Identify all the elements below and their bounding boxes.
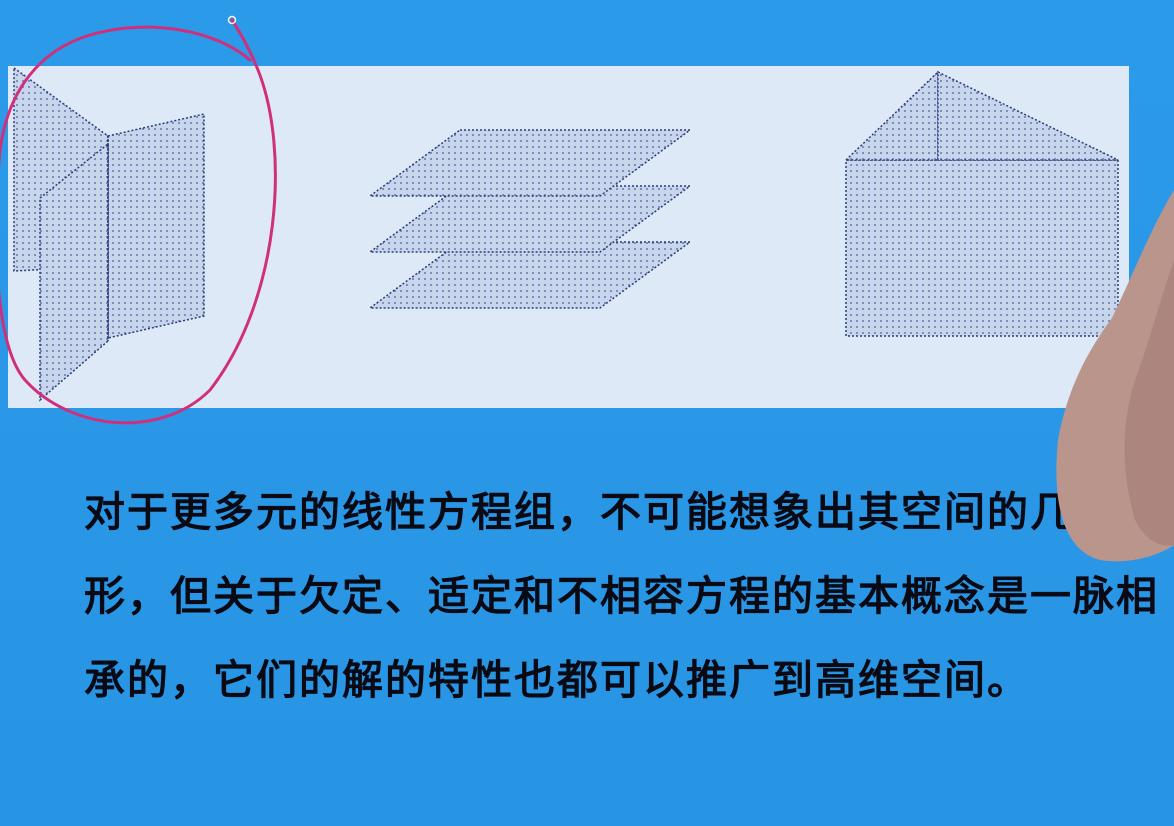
folded-plane-front: [845, 159, 1119, 337]
plane-right: [107, 113, 205, 339]
parallel-planes-figure: [367, 129, 693, 309]
folded-planes-figure: [844, 70, 1119, 337]
body-paragraph: 对于更多元的线性方程组，不可能想象出其空间的几何图形，但关于欠定、适定和不相容方…: [84, 488, 1159, 704]
figure-panel: [8, 66, 1129, 408]
lecture-slide: 对于更多元的线性方程组，不可能想象出其空间的几何图形，但关于欠定、适定和不相容方…: [0, 0, 1174, 826]
folded-plane-roof-right: [937, 70, 1119, 161]
folded-plane-roof-left: [844, 70, 939, 161]
annotation-pen-dot: [227, 15, 237, 25]
plane-diagrams: [13, 66, 1119, 402]
intersecting-planes-figure: [13, 66, 205, 402]
